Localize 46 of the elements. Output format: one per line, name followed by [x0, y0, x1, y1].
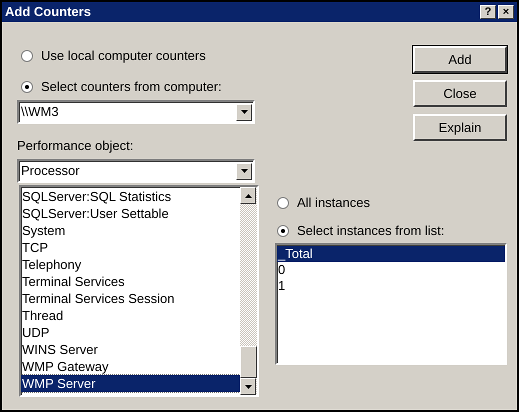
list-item[interactable]: 0	[277, 262, 505, 278]
combo-value: \\WM3	[21, 103, 59, 122]
down-triangle-icon	[240, 169, 248, 173]
list-item[interactable]: WMP Server	[21, 375, 240, 392]
object-combo[interactable]: Processor	[17, 159, 255, 183]
list-item[interactable]: SQLServer:SQL Statistics	[21, 188, 240, 205]
list-item[interactable]: System	[21, 222, 240, 239]
list-item[interactable]: 1	[277, 278, 505, 294]
radio-label: Select counters from computer:	[41, 78, 222, 96]
dialog-button[interactable]: Explain	[413, 114, 507, 141]
list-item[interactable]: _Total	[277, 246, 505, 262]
help-button[interactable]: ?	[480, 5, 496, 19]
scroll-thumb[interactable]	[240, 346, 257, 378]
object-list[interactable]: SQLServer:SQL Statistics SQLServer:User Settable System TCP Telephony Terminal Services Terminal Services Session Thread UDP WINS Server WMP Gateway WMP Server	[19, 185, 259, 397]
instance-list[interactable]: _Total 0 1	[275, 243, 507, 365]
radio-button[interactable]	[21, 50, 33, 62]
up-triangle-icon	[244, 194, 252, 198]
field-label: Performance object:	[17, 138, 134, 154]
list-item[interactable]: Terminal Services Session	[21, 290, 240, 307]
radio-button[interactable]	[21, 81, 33, 93]
list-item[interactable]: Thread	[21, 307, 240, 324]
down-triangle-icon	[240, 110, 248, 114]
radio-button[interactable]	[277, 197, 289, 209]
radio-label: Select instances from list:	[297, 222, 444, 240]
dropdown-button[interactable]	[240, 378, 256, 395]
dropdown-button[interactable]	[236, 104, 252, 120]
computer-combo[interactable]: \\WM3	[17, 100, 255, 124]
dialog-button[interactable]: Close	[413, 80, 507, 107]
list-item[interactable]: WMP Gateway	[21, 358, 240, 375]
list-item[interactable]: SQLServer:User Settable	[21, 205, 240, 222]
list-item[interactable]: TCP	[21, 239, 240, 256]
list-item[interactable]: WINS Server	[21, 341, 240, 358]
list-item[interactable]: Telephony	[21, 256, 240, 273]
radio-label: All instances	[297, 194, 370, 212]
down-triangle-icon	[244, 384, 252, 388]
scroll-up-button[interactable]	[240, 187, 256, 204]
scrollbar[interactable]	[240, 187, 257, 395]
radio-label: Use local computer counters	[41, 47, 206, 66]
dialog-button[interactable]: Add	[413, 46, 507, 73]
close-button[interactable]: ×	[498, 5, 514, 19]
list-item[interactable]: UDP	[21, 324, 240, 341]
window-title: Add Counters	[5, 3, 91, 22]
dropdown-button[interactable]	[236, 162, 252, 180]
radio-button[interactable]	[277, 225, 289, 237]
list-item[interactable]: Terminal Services	[21, 273, 240, 290]
combo-value: Processor	[21, 162, 80, 180]
